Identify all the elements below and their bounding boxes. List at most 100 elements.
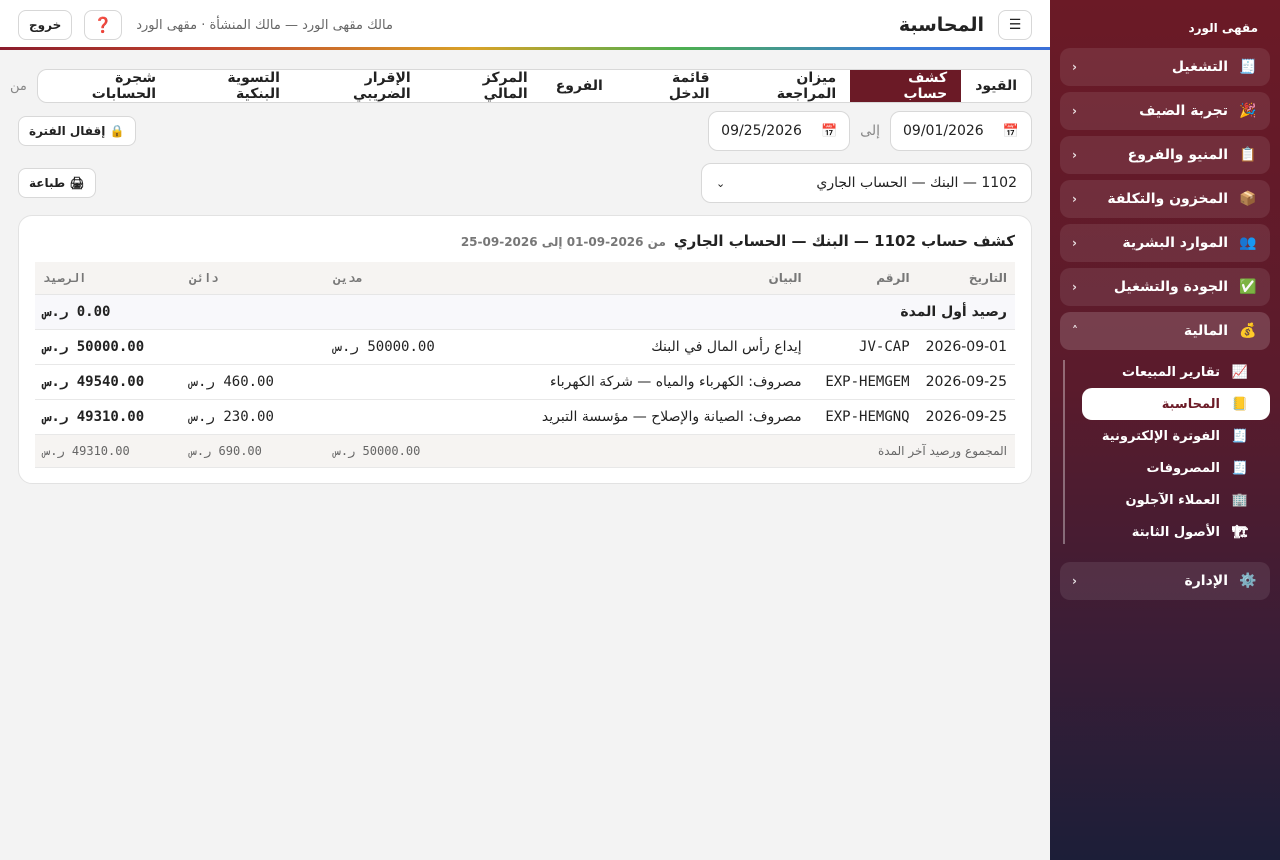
chevron-left-icon: ‹ bbox=[1072, 574, 1077, 588]
cell-desc: مصروف: الكهرباء والمياه — شركة الكهرباء bbox=[469, 364, 810, 400]
tab-chart-of-accounts[interactable]: شجرة الحسابات bbox=[38, 70, 170, 102]
ledger-icon: 📒 bbox=[1231, 396, 1249, 412]
nav-group-label: التشغيل bbox=[1171, 59, 1228, 75]
cell-date: 2026-09-01 bbox=[917, 329, 1015, 365]
cell-credit: 460.00 ر.س bbox=[181, 364, 326, 400]
chart-up-icon: 📈 bbox=[1231, 364, 1249, 380]
menu-toggle-button[interactable]: ☰ bbox=[998, 10, 1032, 40]
chevron-down-icon: ⌄ bbox=[716, 176, 726, 190]
sidebar-item-expenses[interactable]: 🧾 المصروفات bbox=[1082, 452, 1270, 484]
nav-group-label: المخزون والتكلفة bbox=[1107, 191, 1228, 207]
sidebar-item-e-invoicing[interactable]: 🧾 الفوترة الإلكترونية bbox=[1082, 420, 1270, 452]
sidebar-item-label: المصروفات bbox=[1146, 460, 1221, 476]
nav-group-hr[interactable]: 👥 الموارد البشرية ‹ bbox=[1060, 224, 1270, 262]
tab-journal-entries[interactable]: القيود bbox=[961, 70, 1031, 102]
office-building-icon: 🏢 bbox=[1231, 492, 1249, 508]
table-row[interactable]: 2026-09-25 EXP-HEMGNQ مصروف: الصيانة وال… bbox=[35, 399, 1015, 435]
cell-debit bbox=[325, 399, 470, 435]
tab-branches[interactable]: الفروع bbox=[542, 70, 617, 102]
nav-group-label: الموارد البشرية bbox=[1122, 235, 1228, 251]
statement-range: من 2026-09-01 إلى 2026-09-25 bbox=[460, 235, 666, 249]
brand-name: مقهى الورد bbox=[1188, 21, 1258, 35]
sidebar-item-accounting[interactable]: 📒 المحاسبة bbox=[1082, 388, 1270, 420]
main-content: ☰ المحاسبة مالك مقهى الورد — مالك المنشأ… bbox=[0, 0, 1050, 860]
topbar: ☰ المحاسبة مالك مقهى الورد — مالك المنشأ… bbox=[0, 0, 1050, 50]
nav-group-label: الإدارة bbox=[1184, 573, 1228, 589]
account-select[interactable]: 1102 — البنك — الحساب الجاري ⌄ bbox=[701, 163, 1032, 203]
user-info: مالك مقهى الورد — مالك المنشأة · مقهى ال… bbox=[136, 17, 393, 33]
cell-debit bbox=[325, 364, 470, 400]
statement-card: كشف حساب 1102 — البنك — الحساب الجاري من… bbox=[18, 215, 1032, 484]
print-button[interactable]: 🖨 طباعة bbox=[18, 168, 96, 198]
nav-group-guest-experience[interactable]: 🎉 تجربة الضيف ‹ bbox=[1060, 92, 1270, 130]
sidebar-item-label: تقارير المبيعات bbox=[1121, 364, 1220, 380]
sidebar-item-label: الأصول الثابتة bbox=[1131, 524, 1220, 540]
logout-button[interactable]: خروج bbox=[18, 10, 73, 40]
cell-ref: EXP-HEMGEM bbox=[809, 364, 918, 400]
finance-submenu: 📈 تقارير المبيعات 📒 المحاسبة 🧾 الفوترة ا… bbox=[1060, 356, 1270, 548]
account-filter-row: 1102 — البنك — الحساب الجاري ⌄ 🖨 طباعة bbox=[18, 163, 1032, 203]
tab-trial-balance[interactable]: ميزان المراجعة bbox=[724, 70, 851, 102]
date-filter-row: 09/01/2026 📅 إلى 09/25/2026 📅 🔒 إقفال ال… bbox=[18, 111, 1032, 151]
gear-icon: ⚙️ bbox=[1239, 573, 1257, 589]
sidebar-item-sales-reports[interactable]: 📈 تقارير المبيعات bbox=[1082, 356, 1270, 388]
chevron-left-icon: ‹ bbox=[1072, 236, 1077, 250]
calendar-icon[interactable]: 📅 bbox=[821, 124, 837, 139]
date-value: 09/01/2026 bbox=[903, 123, 984, 139]
nav-group-operations[interactable]: 🧾 التشغيل ‹ bbox=[1060, 48, 1270, 86]
col-desc: البيان bbox=[469, 262, 810, 295]
sidebar-item-label: المحاسبة bbox=[1161, 396, 1220, 412]
opening-balance-row: رصيد أول المدة 0.00 ر.س bbox=[35, 294, 1015, 330]
sidebar-item-fixed-assets[interactable]: 🏗 الأصول الثابتة bbox=[1082, 516, 1270, 548]
cell-debit: 50000.00 ر.س bbox=[325, 329, 470, 365]
calendar-icon[interactable]: 📅 bbox=[1003, 124, 1019, 139]
to-date-input[interactable]: 09/25/2026 📅 bbox=[708, 111, 851, 151]
question-icon: ❓ bbox=[93, 16, 113, 34]
accent-bar bbox=[0, 47, 1050, 50]
tab-income-statement[interactable]: قائمة الدخل bbox=[617, 70, 724, 102]
cell-date: 2026-09-25 bbox=[917, 364, 1015, 400]
money-bag-icon: 💰 bbox=[1239, 323, 1257, 339]
close-period-button[interactable]: 🔒 إقفال الفترة bbox=[18, 116, 136, 146]
from-date-input[interactable]: 09/01/2026 📅 bbox=[890, 111, 1032, 151]
sidebar-item-label: العملاء الآجلون bbox=[1125, 492, 1221, 508]
help-button[interactable]: ❓ bbox=[84, 10, 123, 40]
cell-desc: مصروف: الصيانة والإصلاح — مؤسسة التبريد bbox=[469, 399, 810, 435]
construction-icon: 🏗 bbox=[1231, 524, 1249, 540]
nav-group-label: الجودة والتشغيل bbox=[1113, 279, 1228, 295]
col-date: التاريخ bbox=[917, 262, 1015, 295]
total-label: المجموع ورصيد آخر المدة bbox=[469, 434, 1015, 468]
statement-table: التاريخ الرقم البيان مدين دائن الرصيد رص… bbox=[35, 262, 1015, 468]
date-value: 09/25/2026 bbox=[721, 123, 802, 139]
totals-row: المجموع ورصيد آخر المدة 50000.00 ر.س 690… bbox=[35, 434, 1015, 468]
nav-group-quality[interactable]: ✅ الجودة والتشغيل ‹ bbox=[1060, 268, 1270, 306]
account-select-value: 1102 — البنك — الحساب الجاري bbox=[816, 175, 1017, 191]
nav-group-inventory[interactable]: 📦 المخزون والتكلفة ‹ bbox=[1060, 180, 1270, 218]
table-row[interactable]: 2026-09-25 EXP-HEMGEM مصروف: الكهرباء وا… bbox=[35, 364, 1015, 400]
nav-group-menu-branches[interactable]: 📋 المنيو والفروع ‹ bbox=[1060, 136, 1270, 174]
cell-desc: إيداع رأس المال في البنك bbox=[469, 329, 810, 365]
nav-group-finance[interactable]: 💰 المالية ˄ bbox=[1060, 312, 1270, 350]
receipt-icon: 🧾 bbox=[1231, 460, 1249, 476]
col-ref: الرقم bbox=[809, 262, 918, 295]
table-row[interactable]: 2026-09-01 JV-CAP إيداع رأس المال في الب… bbox=[35, 329, 1015, 365]
nav-group-admin[interactable]: ⚙️ الإدارة ‹ bbox=[1060, 562, 1270, 600]
opening-label: رصيد أول المدة bbox=[181, 294, 1015, 330]
tab-tax-return[interactable]: الإقرار الضريبي bbox=[294, 70, 425, 102]
cell-balance: 49540.00 ر.س bbox=[35, 364, 182, 400]
cell-credit bbox=[181, 329, 326, 365]
statement-title: كشف حساب 1102 — البنك — الحساب الجاري bbox=[673, 232, 1015, 250]
cell-date: 2026-09-25 bbox=[917, 399, 1015, 435]
total-balance: 49310.00 ر.س bbox=[35, 434, 182, 468]
tabs-row: القيود كشف حساب ميزان المراجعة قائمة الد… bbox=[0, 69, 1032, 103]
chevron-left-icon: ‹ bbox=[1072, 192, 1077, 206]
tab-account-statement[interactable]: كشف حساب bbox=[850, 70, 962, 102]
sidebar-item-credit-customers[interactable]: 🏢 العملاء الآجلون bbox=[1082, 484, 1270, 516]
chevron-left-icon: ‹ bbox=[1072, 104, 1077, 118]
nav-group-label: المالية bbox=[1183, 323, 1228, 339]
chevron-left-icon: ‹ bbox=[1072, 60, 1077, 74]
tab-balance-sheet[interactable]: المركز المالي bbox=[425, 70, 542, 102]
package-icon: 📦 bbox=[1239, 191, 1257, 207]
tab-bank-reconciliation[interactable]: التسوية البنكية bbox=[170, 70, 294, 102]
submenu-line bbox=[1063, 360, 1065, 544]
